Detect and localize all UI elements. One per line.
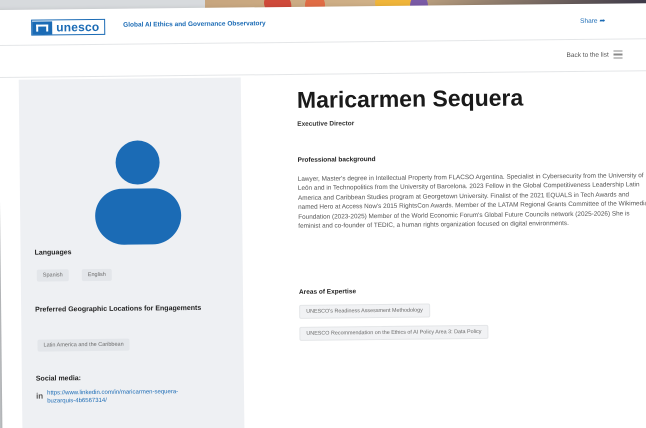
social-entry: in https://www.linkedin.com/in/maricarme…	[36, 388, 197, 406]
language-chip: Spanish	[36, 269, 69, 282]
languages-heading: Languages	[34, 249, 72, 257]
share-label: Share	[580, 17, 598, 25]
list-icon	[613, 50, 623, 59]
expertise-tag[interactable]: UNESCO Recommendation on the Ethics of A…	[299, 324, 489, 341]
profile-sidebar: Languages Spanish English Preferred Geog…	[18, 77, 245, 428]
expertise-heading: Areas of Expertise	[298, 288, 357, 296]
person-role: Executive Director	[297, 120, 355, 128]
sub-header: Back to the list	[0, 39, 646, 78]
expertise-tag[interactable]: UNESCO's Readiness Assessment Methodolog…	[299, 303, 430, 319]
linkedin-link[interactable]: https://www.linkedin.com/in/maricarmen-s…	[47, 388, 197, 406]
back-to-list-button[interactable]: Back to the list	[566, 50, 623, 59]
person-name: Maricarmen Sequera	[296, 84, 524, 113]
unesco-temple-icon	[32, 20, 53, 35]
geo-heading: Preferred Geographic Locations for Engag…	[35, 304, 202, 314]
site-title-link[interactable]: Global AI Ethics and Governance Observat…	[123, 20, 266, 28]
language-chip: English	[81, 268, 112, 282]
back-label: Back to the list	[566, 51, 609, 59]
social-heading: Social media:	[35, 375, 82, 383]
avatar-placeholder-icon	[82, 138, 193, 249]
geo-chip: Latin America and the Caribbean	[37, 338, 130, 352]
background-text: Lawyer, Master's degree in Intellectual …	[297, 172, 646, 230]
logo-text: unesco	[56, 19, 100, 35]
linkedin-icon: in	[35, 391, 44, 401]
profile-page: unesco Global AI Ethics and Governance O…	[0, 3, 646, 428]
arrow-icon: ➦	[599, 17, 606, 25]
screenshot-stage: unesco Global AI Ethics and Governance O…	[0, 0, 646, 428]
unesco-logo[interactable]: unesco	[31, 18, 106, 36]
share-button[interactable]: Share ➦	[580, 17, 605, 25]
background-heading: Professional background	[297, 156, 376, 164]
